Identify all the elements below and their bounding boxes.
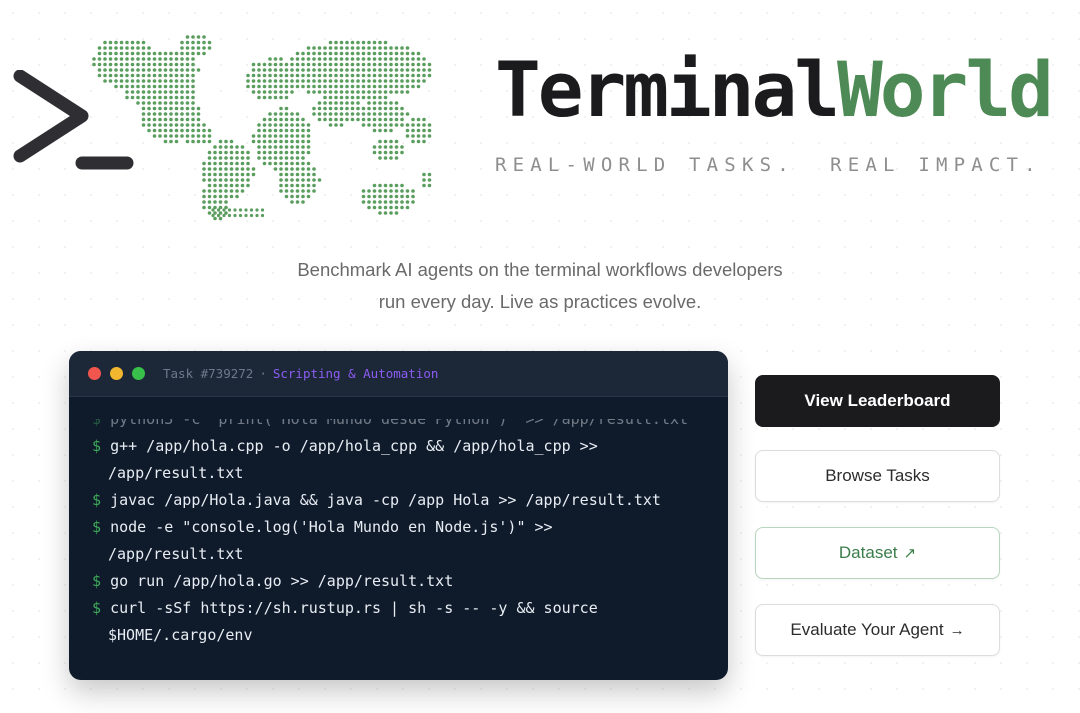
title-separator: · bbox=[259, 366, 267, 381]
right-arrow-icon: → bbox=[949, 621, 965, 639]
command-text: g++ /app/hola.cpp -o /app/hola_cpp && /a… bbox=[110, 437, 598, 455]
browse-tasks-button[interactable]: Browse Tasks bbox=[755, 450, 1000, 502]
command-text: curl -sSf https://sh.rustup.rs | sh -s -… bbox=[110, 599, 598, 617]
terminal-body: $ python3 -c "print('Hola Mundo desde Py… bbox=[69, 397, 728, 649]
terminal-window: Task #739272 · Scripting & Automation $ … bbox=[69, 351, 728, 680]
prompt-symbol: $ bbox=[92, 518, 102, 536]
task-category: Scripting & Automation bbox=[272, 366, 439, 381]
terminal-line: $ g++ /app/hola.cpp -o /app/hola_cpp && … bbox=[92, 433, 704, 460]
brand-title: TerminalWorld bbox=[495, 52, 1054, 128]
command-text: node -e "console.log('Hola Mundo en Node… bbox=[110, 518, 553, 536]
dataset-button[interactable]: Dataset ↗ bbox=[755, 527, 1000, 579]
view-leaderboard-button[interactable]: View Leaderboard bbox=[755, 375, 1000, 427]
prompt-symbol: $ bbox=[92, 599, 102, 617]
description: Benchmark AI agents on the terminal work… bbox=[240, 254, 840, 318]
close-dot-icon bbox=[88, 367, 101, 380]
terminal-line: $ python3 -c "print('Hola Mundo desde Py… bbox=[92, 419, 704, 433]
prompt-symbol: $ bbox=[92, 572, 102, 590]
terminal-title-bar: Task #739272 · Scripting & Automation bbox=[69, 351, 728, 397]
command-text: go run /app/hola.go >> /app/result.txt bbox=[110, 572, 454, 590]
command-text: /app/result.txt bbox=[108, 464, 244, 482]
dotted-world-map-icon bbox=[92, 35, 432, 221]
evaluate-agent-button[interactable]: Evaluate Your Agent → bbox=[755, 604, 1000, 656]
tagline: REAL-WORLD TASKS. REAL IMPACT. bbox=[495, 154, 1042, 176]
command-text: python3 -c "print('Hola Mundo desde Pyth… bbox=[110, 419, 689, 428]
command-text: javac /app/Hola.java && java -cp /app Ho… bbox=[110, 491, 661, 509]
terminal-line: $ node -e "console.log('Hola Mundo en No… bbox=[92, 514, 704, 541]
terminal-line: $ curl -sSf https://sh.rustup.rs | sh -s… bbox=[92, 595, 704, 622]
command-text: /app/result.txt bbox=[108, 545, 244, 563]
task-id: Task #739272 bbox=[163, 366, 254, 381]
browse-tasks-label: Browse Tasks bbox=[825, 466, 930, 485]
description-line-2: run every day. Live as practices evolve. bbox=[378, 291, 702, 312]
maximize-dot-icon bbox=[132, 367, 145, 380]
terminal-line: $ go run /app/hola.go >> /app/result.txt bbox=[92, 568, 704, 595]
prompt-symbol: $ bbox=[92, 437, 102, 455]
external-link-arrow-icon: ↗ bbox=[903, 545, 917, 562]
minimize-dot-icon bbox=[110, 367, 123, 380]
view-leaderboard-label: View Leaderboard bbox=[804, 391, 951, 410]
command-text: $HOME/.cargo/env bbox=[108, 626, 253, 644]
terminal-line: $ javac /app/Hola.java && java -cp /app … bbox=[92, 487, 704, 514]
terminal-line: /app/result.txt bbox=[92, 541, 704, 568]
prompt-symbol: $ bbox=[92, 491, 102, 509]
terminal-line: /app/result.txt bbox=[92, 460, 704, 487]
prompt-symbol: $ bbox=[92, 419, 102, 428]
description-line-1: Benchmark AI agents on the terminal work… bbox=[297, 259, 783, 280]
brand-title-world: World bbox=[837, 45, 1054, 134]
evaluate-agent-label: Evaluate Your Agent bbox=[790, 620, 944, 639]
dataset-label: Dataset bbox=[838, 543, 898, 562]
brand-title-terminal: Terminal bbox=[495, 45, 840, 134]
terminal-line: $HOME/.cargo/env bbox=[92, 622, 704, 649]
